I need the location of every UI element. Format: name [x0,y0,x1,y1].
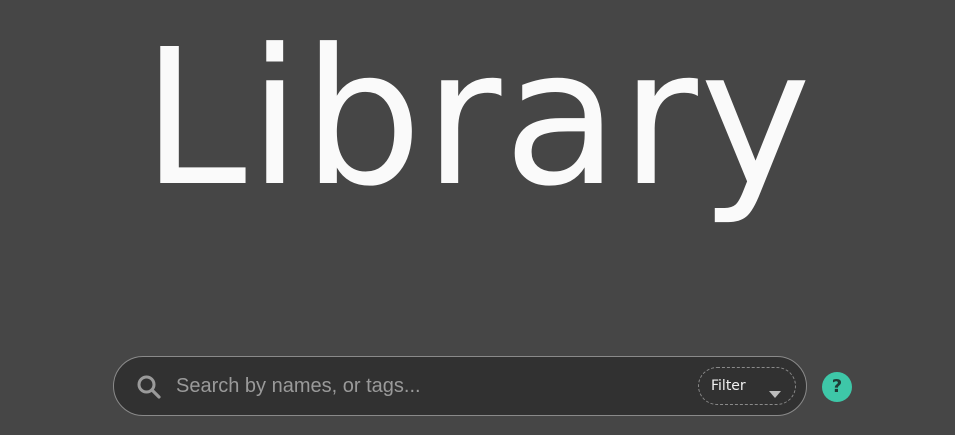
help-icon: ? [831,376,843,397]
help-button[interactable]: ? [822,372,852,402]
chevron-down-icon [769,384,781,398]
search-bar: Filter [113,356,807,416]
search-icon [136,374,162,400]
page-title: Library [141,9,814,228]
filter-label: Filter [711,378,746,394]
filter-button[interactable]: Filter [698,367,796,405]
search-input[interactable] [176,367,676,405]
